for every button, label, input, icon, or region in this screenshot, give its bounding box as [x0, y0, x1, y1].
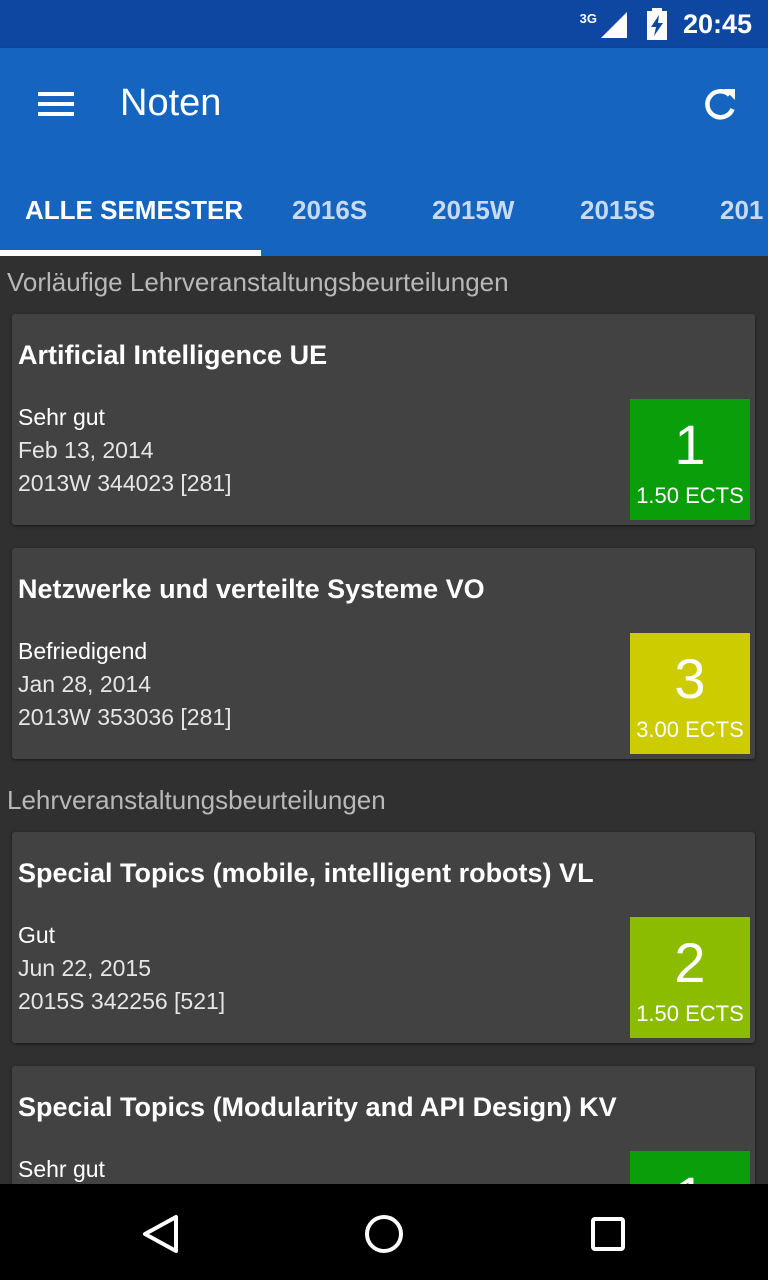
signal-icon — [600, 12, 627, 38]
app-bar: Noten — [0, 48, 768, 160]
grade-card[interactable]: Netzwerke und verteilte Systeme VO Befri… — [12, 548, 755, 759]
grade-date: Jan 28, 2014 — [18, 671, 152, 697]
tab-all-semesters[interactable]: ALLE SEMESTER — [25, 160, 243, 256]
grade-text: Gut — [18, 922, 56, 948]
grade-badge: 2 1.50 ECTS — [630, 917, 750, 1038]
clock: 20:45 — [682, 8, 752, 39]
network-type: 3G — [579, 10, 597, 26]
grade-card[interactable]: Special Topics (mobile, intelligent robo… — [12, 832, 755, 1043]
grade-card[interactable]: Artificial Intelligence UE Sehr gut Feb … — [12, 314, 755, 525]
section-header-preliminary: Vorläufige Lehrveranstaltungsbeurteilung… — [7, 267, 509, 297]
status-bar: 3G 20:45 — [0, 0, 768, 48]
page-title: Noten — [120, 82, 222, 124]
course-info: 2013W 353036 [281] — [18, 704, 232, 730]
grade-text: Befriedigend — [18, 638, 148, 664]
grade-value: 1 — [674, 413, 706, 476]
ects-value: 3.00 ECTS — [636, 717, 744, 742]
home-button[interactable] — [358, 1208, 410, 1260]
grade-date: Jun 22, 2015 — [18, 955, 152, 981]
grade-text: Sehr gut — [18, 1156, 105, 1182]
tab-2016s[interactable]: 2016S — [292, 160, 367, 256]
tab-2015s[interactable]: 2015S — [580, 160, 655, 256]
tab-2014w[interactable]: 201 — [720, 160, 763, 256]
grade-value: 2 — [674, 931, 706, 994]
grade-badge: 1 1.50 ECTS — [630, 399, 750, 520]
refresh-icon — [705, 89, 735, 120]
system-nav-bar — [0, 1184, 768, 1280]
section-header-final: Lehrveranstaltungsbeurteilungen — [7, 785, 386, 815]
semester-tabs: ALLE SEMESTER 2016S 2015W 2015S 201 — [0, 160, 768, 256]
tab-2015w[interactable]: 2015W — [432, 160, 514, 256]
back-triangle-icon — [143, 1215, 178, 1253]
hamburger-menu-icon — [38, 92, 74, 116]
grade-value: 3 — [674, 647, 706, 710]
course-title: Special Topics (Modularity and API Desig… — [18, 1092, 617, 1122]
ects-value: 1.50 ECTS — [636, 1001, 744, 1026]
grade-badge: 3 3.00 ECTS — [630, 633, 750, 754]
grade-date: Feb 13, 2014 — [18, 437, 154, 463]
recents-square-icon — [591, 1217, 625, 1251]
home-circle-icon — [365, 1215, 403, 1253]
refresh-button[interactable] — [694, 78, 746, 130]
active-tab-indicator — [0, 250, 261, 256]
course-title: Special Topics (mobile, intelligent robo… — [18, 858, 594, 888]
course-title: Netzwerke und verteilte Systeme VO — [18, 574, 485, 604]
menu-button[interactable] — [26, 78, 86, 130]
back-button[interactable] — [134, 1208, 186, 1260]
battery-icon — [646, 8, 667, 40]
course-title: Artificial Intelligence UE — [18, 340, 328, 370]
course-info: 2013W 344023 [281] — [18, 470, 232, 496]
ects-value: 1.50 ECTS — [636, 483, 744, 508]
grade-text: Sehr gut — [18, 404, 105, 430]
course-info: 2015S 342256 [521] — [18, 988, 226, 1014]
recents-button[interactable] — [582, 1208, 634, 1260]
